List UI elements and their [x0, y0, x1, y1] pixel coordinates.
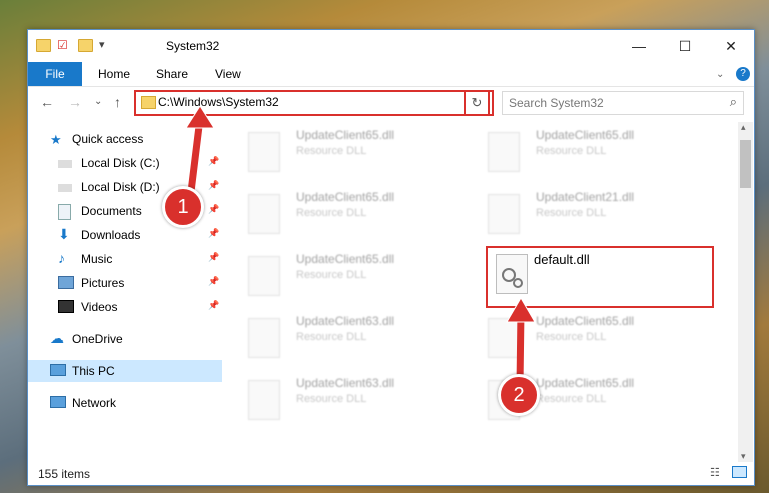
step-badge-1: 1	[162, 186, 204, 228]
step-badge-2: 2	[498, 374, 540, 416]
annotation-arrows	[185, 105, 536, 389]
arrowhead-1	[185, 105, 215, 129]
arrowhead-2	[506, 297, 536, 323]
